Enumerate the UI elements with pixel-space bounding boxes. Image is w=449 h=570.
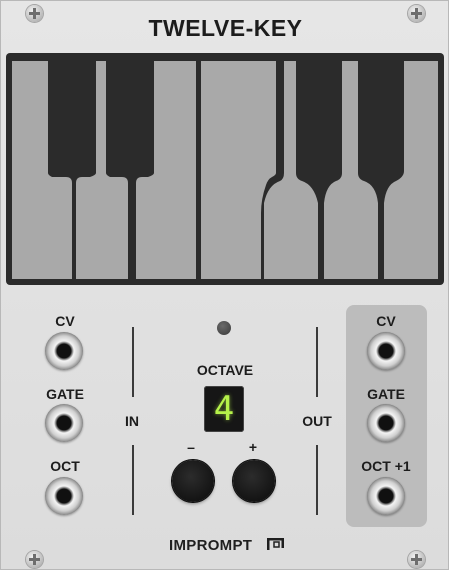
octave-display: 4	[204, 386, 244, 432]
octave-plus-label: +	[248, 439, 258, 455]
out-oct-label: OCT +1	[361, 458, 411, 474]
screw-bottom-left	[26, 551, 43, 568]
in-gate-label: GATE	[46, 386, 84, 402]
keyboard-keys[interactable]	[6, 53, 444, 285]
in-oct-label: OCT	[50, 458, 80, 474]
key-a[interactable]	[324, 61, 378, 279]
octave-down-button[interactable]	[172, 460, 214, 502]
key-b[interactable]	[384, 61, 438, 279]
in-oct-jack[interactable]	[45, 477, 83, 515]
piano-keyboard[interactable]	[6, 53, 444, 285]
twelve-key-module-panel: TWELVE-KEY CV GATE OCT IN OCTAVE 4 – + O…	[0, 0, 449, 570]
octave-label: OCTAVE	[196, 362, 254, 378]
in-gate-jack[interactable]	[45, 404, 83, 442]
out-gate-jack[interactable]	[367, 404, 405, 442]
out-gate-label: GATE	[367, 386, 405, 402]
octave-up-button[interactable]	[233, 460, 275, 502]
out-divider-bottom	[316, 445, 318, 515]
key-d[interactable]	[76, 61, 128, 279]
in-divider-bottom	[132, 445, 134, 515]
in-section-label: IN	[125, 413, 139, 429]
status-led	[217, 321, 231, 335]
out-divider-top	[316, 327, 318, 397]
octave-minus-label: –	[187, 439, 195, 455]
module-title: TWELVE-KEY	[148, 15, 303, 41]
out-section-label: OUT	[302, 413, 332, 429]
key-c[interactable]	[12, 61, 72, 279]
out-cv-jack[interactable]	[367, 332, 405, 370]
brand-name: IMPROMPT	[169, 537, 253, 554]
key-e[interactable]	[136, 61, 196, 279]
screw-bottom-right	[408, 551, 425, 568]
music-note-logo-icon	[267, 538, 284, 550]
in-divider-top	[132, 327, 134, 397]
in-cv-label: CV	[55, 313, 75, 329]
in-cv-jack[interactable]	[45, 332, 83, 370]
out-oct-jack[interactable]	[367, 477, 405, 515]
out-cv-label: CV	[376, 313, 396, 329]
